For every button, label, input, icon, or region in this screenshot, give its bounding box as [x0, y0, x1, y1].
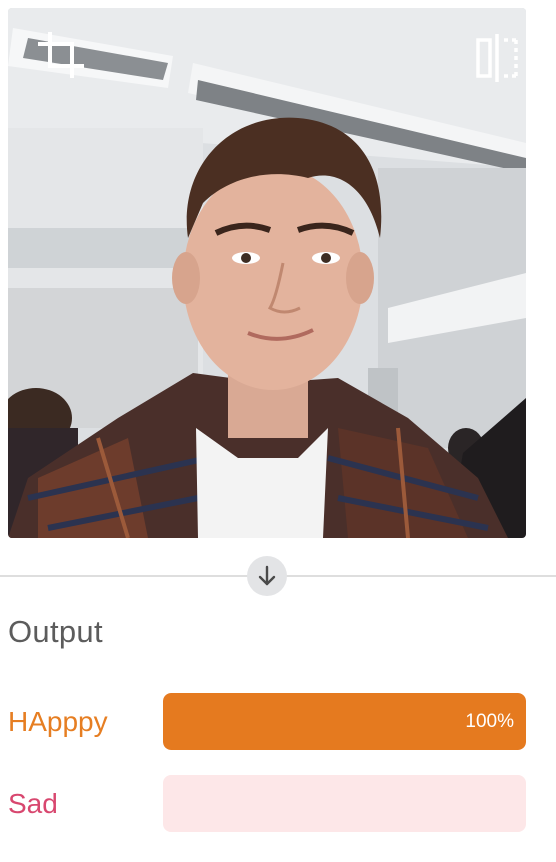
crop-icon	[38, 32, 84, 78]
crop-button[interactable]	[36, 30, 86, 80]
class-label-sad: Sad	[8, 788, 58, 819]
divider-arrow-button[interactable]	[247, 556, 287, 596]
flip-horizontal-icon	[476, 34, 518, 82]
teachable-machine-preview: Output HApppy 100% Sad	[0, 0, 556, 862]
class-label-happy: HApppy	[8, 706, 108, 737]
output-heading: Output	[8, 614, 103, 649]
confidence-value-happy: 100%	[465, 711, 514, 732]
flip-horizontal-button[interactable]	[474, 34, 520, 82]
webcam-preview	[8, 8, 526, 538]
webcam-photo	[8, 8, 526, 538]
confidence-bar-happy: 100%	[163, 693, 526, 750]
confidence-bar-sad	[163, 775, 526, 832]
arrow-down-icon	[258, 565, 276, 586]
